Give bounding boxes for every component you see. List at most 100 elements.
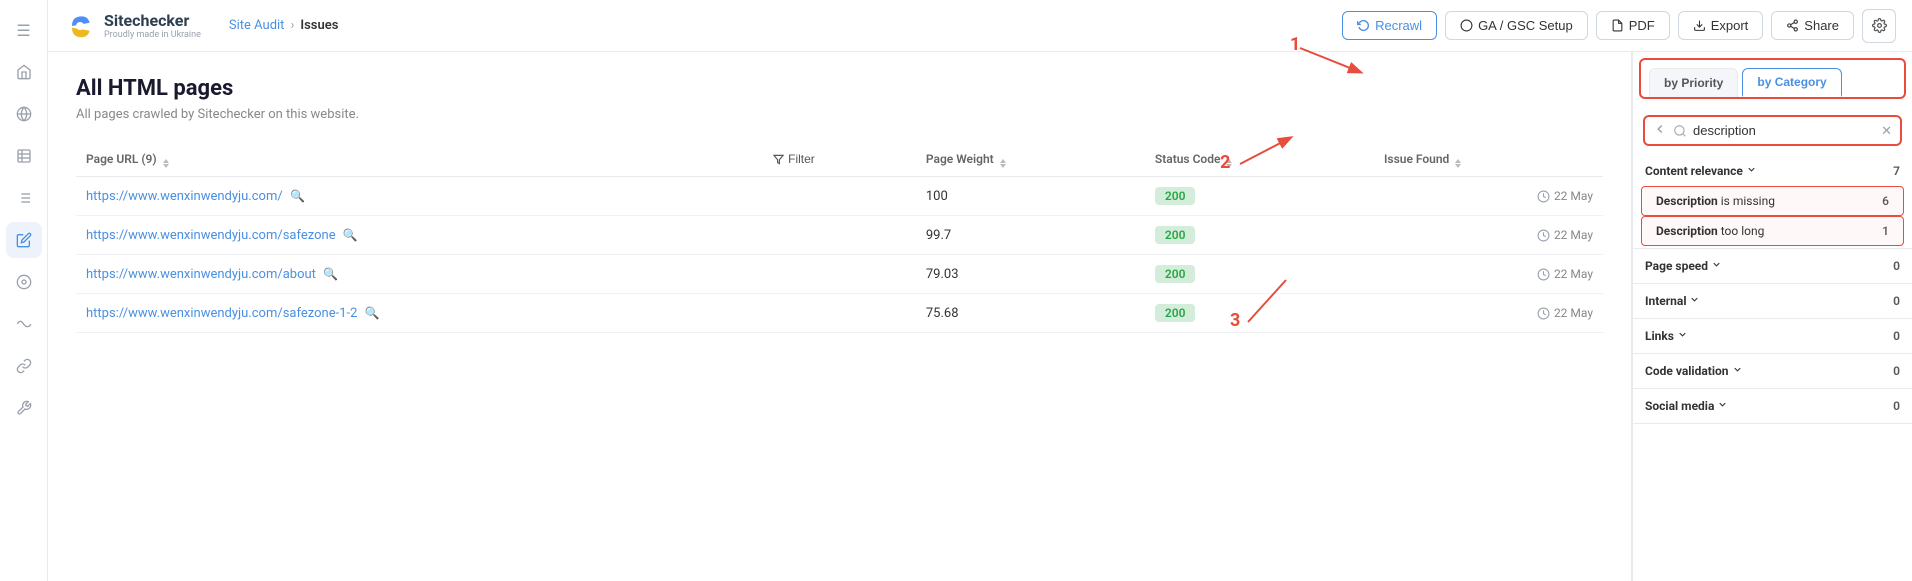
row-search-icon[interactable]: 🔍 xyxy=(343,228,358,242)
sort-url-icon[interactable] xyxy=(163,159,169,168)
issue-label-0-0: Description is missing xyxy=(1656,194,1775,208)
page-url-link[interactable]: https://www.wenxinwendyju.com/about xyxy=(86,267,316,282)
section-name-3: Links xyxy=(1645,329,1688,343)
sort-issue-icon[interactable] xyxy=(1455,159,1461,168)
page-url-link[interactable]: https://www.wenxinwendyju.com/safezone-1… xyxy=(86,306,357,321)
main-wrapper: Sitechecker Proudly made in Ukraine Site… xyxy=(48,0,1912,581)
section-header-4[interactable]: Code validation 0 xyxy=(1633,356,1912,386)
breadcrumb-separator: › xyxy=(290,18,294,33)
analytics-icon[interactable] xyxy=(6,264,42,300)
home-icon[interactable] xyxy=(6,54,42,90)
link-icon[interactable] xyxy=(6,348,42,384)
col-header-issue[interactable]: Issue Found xyxy=(1374,144,1603,177)
section-header-0[interactable]: Content relevance 7 xyxy=(1633,156,1912,186)
export-button[interactable]: Export xyxy=(1678,11,1764,40)
globe-icon[interactable] xyxy=(6,96,42,132)
cell-issue-date: 22 May xyxy=(1374,216,1603,255)
breadcrumb: Site Audit › Issues xyxy=(229,18,339,33)
page-url-link[interactable]: https://www.wenxinwendyju.com/ xyxy=(86,189,283,204)
tab-by-priority[interactable]: by Priority xyxy=(1649,68,1738,97)
list-icon[interactable] xyxy=(6,180,42,216)
clock-icon xyxy=(1537,307,1550,320)
table-row: https://www.wenxinwendyju.com/about 🔍 79… xyxy=(76,255,1603,294)
right-sidebar: by Priority by Category ✕ Content releva… xyxy=(1632,52,1912,581)
section-header-1[interactable]: Page speed 0 xyxy=(1633,251,1912,281)
clock-icon xyxy=(1537,190,1550,203)
share-button[interactable]: Share xyxy=(1771,11,1854,40)
table-icon[interactable] xyxy=(6,138,42,174)
section-count-4: 0 xyxy=(1893,364,1900,378)
ga-icon xyxy=(1460,19,1473,32)
tab-by-category[interactable]: by Category xyxy=(1742,68,1841,97)
page-url-link[interactable]: https://www.wenxinwendyju.com/safezone xyxy=(86,228,336,243)
row-search-icon[interactable]: 🔍 xyxy=(323,267,338,281)
ga-gsc-button[interactable]: GA / GSC Setup xyxy=(1445,11,1588,40)
content-area: All HTML pages All pages crawled by Site… xyxy=(48,52,1912,581)
page-title: All HTML pages xyxy=(76,76,1603,101)
filter-button[interactable]: Filter xyxy=(773,152,815,166)
section-count-5: 0 xyxy=(1893,399,1900,413)
cell-url: https://www.wenxinwendyju.com/safezone-1… xyxy=(76,294,763,333)
cell-empty xyxy=(763,255,916,294)
edit-icon[interactable] xyxy=(6,222,42,258)
tools-icon[interactable] xyxy=(6,390,42,426)
cell-issue-date: 22 May xyxy=(1374,255,1603,294)
sidebar-section-4: Code validation 0 xyxy=(1633,356,1912,389)
cell-weight: 79.03 xyxy=(916,255,1145,294)
issue-item-0-1[interactable]: Description too long 1 xyxy=(1641,216,1904,246)
col-header-filter: Filter xyxy=(763,144,916,177)
clock-icon xyxy=(1537,268,1550,281)
section-header-2[interactable]: Internal 0 xyxy=(1633,286,1912,316)
cell-empty xyxy=(763,216,916,255)
status-badge: 200 xyxy=(1155,226,1196,244)
settings-button[interactable] xyxy=(1862,9,1896,43)
section-count-0: 7 xyxy=(1893,164,1900,178)
col-header-status[interactable]: Status Code xyxy=(1145,144,1374,177)
section-header-5[interactable]: Social media 0 xyxy=(1633,391,1912,421)
issue-label-0-1: Description too long xyxy=(1656,224,1764,238)
cell-issue-date: 22 May xyxy=(1374,294,1603,333)
col-header-url[interactable]: Page URL (9) xyxy=(76,144,763,177)
cell-status: 200 xyxy=(1145,216,1374,255)
issue-item-0-0[interactable]: Description is missing 6 xyxy=(1641,186,1904,216)
topbar: Sitechecker Proudly made in Ukraine Site… xyxy=(48,0,1912,52)
breadcrumb-parent[interactable]: Site Audit xyxy=(229,18,285,33)
cell-empty xyxy=(763,177,916,216)
cell-issue-date: 22 May xyxy=(1374,177,1603,216)
recrawl-icon xyxy=(1357,19,1370,32)
section-divider-0 xyxy=(1633,248,1912,249)
recrawl-button[interactable]: Recrawl xyxy=(1342,11,1437,40)
col-header-weight[interactable]: Page Weight xyxy=(916,144,1145,177)
section-divider-4 xyxy=(1633,388,1912,389)
menu-icon[interactable]: ☰ xyxy=(6,12,42,48)
pdf-button[interactable]: PDF xyxy=(1596,11,1670,40)
status-badge: 200 xyxy=(1155,187,1196,205)
section-divider-3 xyxy=(1633,353,1912,354)
search-back-button[interactable] xyxy=(1653,122,1667,139)
settings-icon xyxy=(1872,18,1887,33)
section-count-1: 0 xyxy=(1893,259,1900,273)
sidebar-tabs: by Priority by Category xyxy=(1639,58,1906,99)
row-search-icon[interactable]: 🔍 xyxy=(365,306,380,320)
section-divider-1 xyxy=(1633,283,1912,284)
app-tagline: Proudly made in Ukraine xyxy=(104,30,201,41)
table-section: All HTML pages All pages crawled by Site… xyxy=(48,52,1632,581)
sidebar-section-3: Links 0 xyxy=(1633,321,1912,354)
filter-icon xyxy=(773,154,784,165)
search-input[interactable] xyxy=(1693,123,1875,138)
sort-weight-icon[interactable] xyxy=(1000,159,1006,168)
clear-search-button[interactable]: ✕ xyxy=(1881,123,1892,139)
cell-empty xyxy=(763,294,916,333)
pdf-icon xyxy=(1611,19,1624,32)
cell-status: 200 xyxy=(1145,177,1374,216)
sidebar-section-0: Content relevance 7 Description is missi… xyxy=(1633,156,1912,249)
share-icon xyxy=(1786,19,1799,32)
section-name-0: Content relevance xyxy=(1645,164,1757,178)
row-search-icon[interactable]: 🔍 xyxy=(290,189,305,203)
sort-status-icon[interactable] xyxy=(1226,159,1232,168)
wave-icon[interactable] xyxy=(6,306,42,342)
table-row: https://www.wenxinwendyju.com/ 🔍 100 200… xyxy=(76,177,1603,216)
sidebar-section-1: Page speed 0 xyxy=(1633,251,1912,284)
section-header-3[interactable]: Links 0 xyxy=(1633,321,1912,351)
cell-weight: 100 xyxy=(916,177,1145,216)
